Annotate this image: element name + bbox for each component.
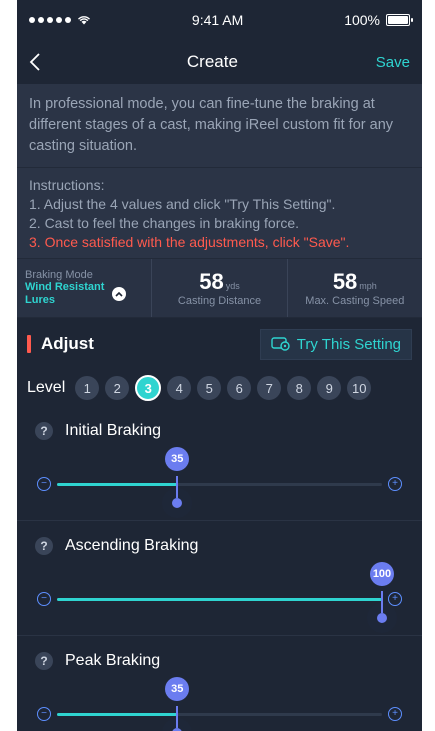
battery-percent: 100% xyxy=(344,12,380,28)
level-5[interactable]: 5 xyxy=(197,376,222,400)
braking-mode-label: Braking Mode xyxy=(25,269,93,281)
distance-label: Casting Distance xyxy=(177,295,262,307)
level-8[interactable]: 8 xyxy=(287,376,312,400)
level-selector: Level 1 2 3 4 5 6 7 8 9 10 xyxy=(17,370,422,406)
wifi-icon xyxy=(77,16,91,25)
braking-section: ? Initial Braking − 35 + xyxy=(17,406,422,521)
save-button[interactable]: Save xyxy=(376,54,410,71)
plus-icon[interactable]: + xyxy=(388,707,402,721)
try-setting-label: Try This Setting xyxy=(296,335,401,353)
braking-slider[interactable]: − 35 + xyxy=(27,677,412,731)
try-setting-button[interactable]: Try This Setting xyxy=(259,328,412,360)
level-6[interactable]: 6 xyxy=(227,376,252,400)
phone-screen: 9:41 AM 100% Create Save In professional… xyxy=(17,0,422,731)
slider-track[interactable]: 100 xyxy=(57,562,397,633)
braking-sections: ? Initial Braking − 35 +? Ascending Braking − 1… xyxy=(17,406,422,731)
slider-stem xyxy=(176,706,179,728)
adjust-header: Adjust Try This Setting xyxy=(17,318,422,370)
speed-label: Max. Casting Speed xyxy=(305,295,405,307)
section-marker xyxy=(27,335,31,353)
level-7[interactable]: 7 xyxy=(257,376,282,400)
instructions-step-2: 2. Cast to feel the changes in braking f… xyxy=(29,215,300,231)
braking-section: ? Peak Braking − 35 + xyxy=(17,636,422,731)
slider-fill xyxy=(57,713,178,716)
slider-handle[interactable] xyxy=(172,498,183,508)
distance-value: 58 xyxy=(199,269,224,294)
braking-mode-value-1: Wind Resistant xyxy=(25,281,105,293)
slider-stem xyxy=(381,591,383,613)
adjust-title: Adjust xyxy=(41,334,94,353)
help-icon[interactable]: ? xyxy=(35,422,53,440)
chevron-left-icon xyxy=(29,53,40,71)
section-title: Initial Braking xyxy=(65,422,162,439)
chevron-up-icon[interactable] xyxy=(112,287,127,301)
minus-icon[interactable]: − xyxy=(37,592,51,606)
section-title: Ascending Braking xyxy=(65,537,199,554)
slider-value: 35 xyxy=(165,677,190,701)
instructions-step-3: 3. Once satisfied with the adjustments, … xyxy=(29,234,350,250)
page-title: Create xyxy=(186,52,238,71)
signal-area xyxy=(29,15,91,25)
braking-mode-value-2: Lures xyxy=(25,294,55,306)
instructions-panel: Instructions: 1. Adjust the 4 values and… xyxy=(17,167,422,258)
level-1[interactable]: 1 xyxy=(75,376,100,400)
distance-unit: yds xyxy=(225,281,240,291)
plus-icon[interactable]: + xyxy=(388,477,402,491)
level-3[interactable]: 3 xyxy=(135,375,162,401)
section-title: Peak Braking xyxy=(65,652,161,669)
help-icon[interactable]: ? xyxy=(35,652,53,670)
slider-fill xyxy=(57,483,178,486)
braking-slider[interactable]: − 100 + xyxy=(27,562,412,633)
slider-handle[interactable] xyxy=(377,613,387,623)
signal-icon xyxy=(29,17,71,23)
level-2[interactable]: 2 xyxy=(105,376,130,400)
slider-track[interactable]: 35 xyxy=(57,447,382,518)
minus-icon[interactable]: − xyxy=(37,477,51,491)
slider-track[interactable]: 35 xyxy=(57,677,382,731)
status-time: 9:41 AM xyxy=(191,12,244,28)
stats-bar: Braking Mode Wind Resistant Lures 58 yds … xyxy=(17,258,422,318)
slider-value: 35 xyxy=(165,447,190,471)
instructions-heading: Instructions: xyxy=(29,177,105,193)
level-9[interactable]: 9 xyxy=(317,376,342,400)
status-bar: 9:41 AM 100% xyxy=(17,0,422,40)
battery-icon xyxy=(386,14,413,26)
help-icon[interactable]: ? xyxy=(35,537,53,555)
reel-icon xyxy=(271,337,290,351)
braking-mode[interactable]: Braking Mode Wind Resistant Lures xyxy=(17,259,151,317)
level-label: Level xyxy=(27,379,66,396)
braking-slider[interactable]: − 35 + xyxy=(27,447,412,518)
intro-text: In professional mode, you can fine-tune … xyxy=(17,84,422,167)
slider-fill xyxy=(57,598,382,601)
braking-section: ? Ascending Braking − 100 + xyxy=(17,521,422,636)
max-casting-speed: 58 mph Max. Casting Speed xyxy=(286,259,422,317)
plus-icon[interactable]: + xyxy=(388,592,402,606)
casting-distance: 58 yds Casting Distance xyxy=(151,259,286,317)
slider-value: 100 xyxy=(370,562,394,586)
back-button[interactable] xyxy=(29,52,49,72)
nav-bar: Create Save xyxy=(17,40,422,84)
minus-icon[interactable]: − xyxy=(37,707,51,721)
level-4[interactable]: 4 xyxy=(167,376,192,400)
level-10[interactable]: 10 xyxy=(347,376,372,400)
instructions-step-1: 1. Adjust the 4 values and click "Try Th… xyxy=(29,196,336,212)
speed-value: 58 xyxy=(332,269,358,294)
speed-unit: mph xyxy=(359,281,377,291)
slider-stem xyxy=(176,476,179,498)
